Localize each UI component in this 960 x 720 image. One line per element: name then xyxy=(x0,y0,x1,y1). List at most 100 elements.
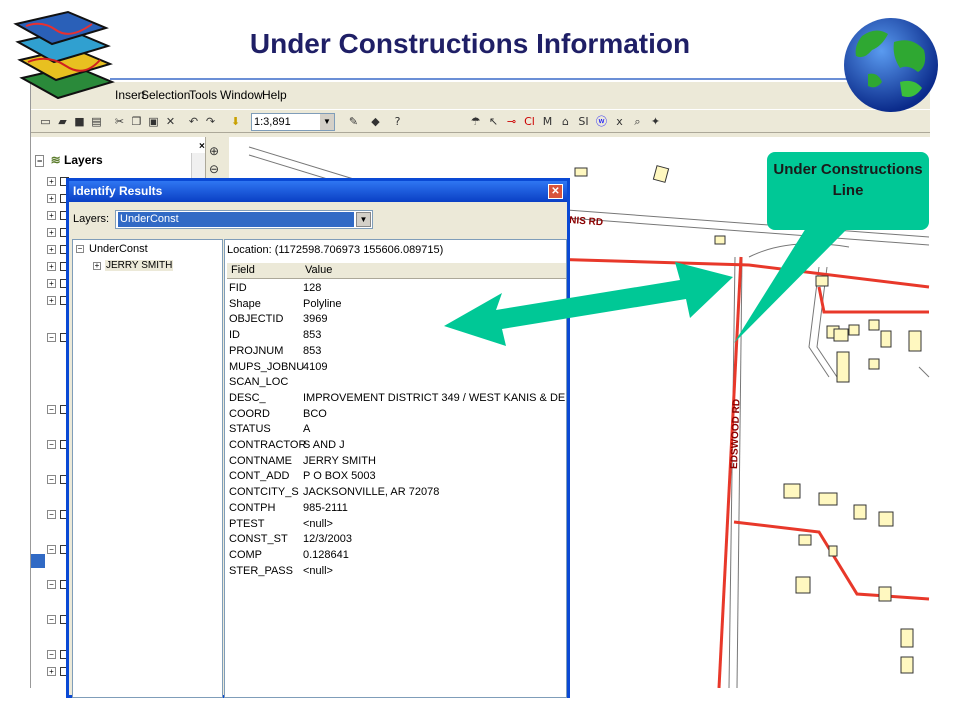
field-value: <null> xyxy=(303,517,333,530)
field-name: PROJNUM xyxy=(229,344,284,357)
tree-child-item[interactable]: JERRY SMITH xyxy=(105,260,174,271)
field-name: PTEST xyxy=(229,517,265,530)
table-row[interactable]: PTEST <null> xyxy=(227,517,566,533)
copy-icon[interactable]: ❐ xyxy=(128,113,145,130)
table-row[interactable]: COMP 0.128641 xyxy=(227,549,566,564)
toc-selected-marker xyxy=(31,554,45,568)
close-icon[interactable]: ✕ xyxy=(548,184,563,199)
zoom-out-icon[interactable]: ⊖ xyxy=(209,162,229,176)
table-row[interactable]: OBJECTID 3969 xyxy=(227,313,566,328)
table-row[interactable]: CONTRACTOR S AND J xyxy=(227,439,566,454)
layers-dropdown[interactable]: UnderConst ▼ xyxy=(115,210,373,229)
redo-icon[interactable]: ↷ xyxy=(202,113,219,130)
table-row[interactable]: CONTNAME JERRY SMITH xyxy=(227,454,566,470)
table-row[interactable]: Shape Polyline xyxy=(227,297,566,313)
zoom-in-icon[interactable]: ⊕ xyxy=(209,144,229,158)
paste-icon[interactable]: ▣ xyxy=(145,113,162,130)
dialog-title: Identify Results xyxy=(73,184,163,198)
title-divider xyxy=(110,78,850,80)
field-name: Shape xyxy=(229,297,261,310)
field-value: JACKSONVILLE, AR 72078 xyxy=(303,486,440,499)
whats-this-icon[interactable]: ? xyxy=(389,113,406,130)
field-value: JERRY SMITH xyxy=(303,454,376,467)
table-row[interactable]: CONST_ST 12/3/2003 xyxy=(227,533,566,548)
field-name: CONTPH xyxy=(229,501,276,514)
dialog-titlebar[interactable]: Identify Results ✕ xyxy=(69,181,567,202)
custom-tool-9-icon[interactable]: x xyxy=(611,113,628,130)
field-value: A xyxy=(303,423,311,436)
field-value: 12/3/2003 xyxy=(303,533,352,546)
table-row[interactable]: STATUS A xyxy=(227,423,566,438)
custom-tool-10-icon[interactable]: ⌕ xyxy=(629,113,646,130)
dropdown-arrow-icon[interactable]: ▼ xyxy=(356,212,371,227)
field-name: OBJECTID xyxy=(229,313,284,326)
menu-window[interactable]: Window xyxy=(220,88,263,102)
undo-icon[interactable]: ↶ xyxy=(185,113,202,130)
field-name: ID xyxy=(229,329,240,342)
add-data-icon[interactable]: ⬇ xyxy=(227,113,244,130)
open-folder-icon[interactable]: ▰ xyxy=(54,113,71,130)
tree-root-item[interactable]: UnderConst xyxy=(89,243,148,255)
map-road-label-top: NIS RD xyxy=(569,215,604,228)
table-row[interactable]: PROJNUM 853 xyxy=(227,344,566,360)
field-value: <null> xyxy=(303,564,333,577)
table-row[interactable]: COORD BCO xyxy=(227,407,566,423)
field-name: STER_PASS xyxy=(229,564,293,577)
field-name: COORD xyxy=(229,407,270,420)
table-row[interactable]: STER_PASS <null> xyxy=(227,564,566,580)
toc-heading-label: Layers xyxy=(64,153,103,167)
grid-header: Field Value xyxy=(227,263,566,279)
custom-tool-6-icon[interactable]: ⌂ xyxy=(557,113,574,130)
layers-stack-icon: ≋ xyxy=(50,153,61,167)
table-row[interactable]: CONTCITY_S JACKSONVILLE, AR 72078 xyxy=(227,486,566,501)
custom-tool-5-icon[interactable]: M xyxy=(539,113,556,130)
custom-tool-1-icon[interactable]: ☂ xyxy=(467,113,484,130)
custom-tool-4-icon[interactable]: Cl xyxy=(521,113,538,130)
menu-selection[interactable]: Selection xyxy=(141,88,190,102)
col-value-header[interactable]: Value xyxy=(305,264,332,276)
arctoolbox-icon[interactable]: ◆ xyxy=(367,113,384,130)
editor-icon[interactable]: ✎ xyxy=(345,113,362,130)
toc-close-icon[interactable]: × xyxy=(199,141,205,152)
globe-icon xyxy=(844,18,938,112)
field-name: CONTRACTOR xyxy=(229,439,307,451)
main-toolbar: ▭ ▰ ■ ▤ ✂ ❐ ▣ ✕ ↶ ↷ ⬇ 1:3,891 ▼ ✎ ◆ ? ☂ … xyxy=(31,109,930,133)
field-name: FID xyxy=(229,282,247,294)
table-row[interactable]: CONT_ADD P O BOX 5003 xyxy=(227,470,566,485)
custom-tool-8-icon[interactable]: ⓦ xyxy=(593,113,610,130)
custom-tool-7-icon[interactable]: SI xyxy=(575,113,592,130)
results-detail: Location: (1172598.706973 155606.089715)… xyxy=(224,239,567,698)
table-row[interactable]: DESC_ IMPROVEMENT DISTRICT 349 / WEST KAN… xyxy=(227,391,566,407)
menu-tools[interactable]: Tools xyxy=(189,88,217,102)
field-value: 853 xyxy=(303,329,322,342)
table-row[interactable]: MUPS_JOBNU 4109 xyxy=(227,361,566,376)
cut-icon[interactable]: ✂ xyxy=(111,113,128,130)
table-row[interactable]: FID 128 xyxy=(227,282,566,297)
field-value: 985-2111 xyxy=(303,501,348,514)
new-document-icon[interactable]: ▭ xyxy=(37,113,54,130)
field-value: 128 xyxy=(303,282,322,294)
table-row[interactable]: ID 853 xyxy=(227,329,566,344)
custom-tool-3-icon[interactable]: ⊸ xyxy=(503,113,520,130)
field-name: CONTCITY_S xyxy=(229,486,299,499)
table-row[interactable]: SCAN_LOC xyxy=(227,376,566,391)
table-row[interactable]: CONTPH 985-2111 xyxy=(227,501,566,517)
custom-tool-11-icon[interactable]: ✦ xyxy=(647,113,664,130)
layers-label: Layers: xyxy=(73,213,110,225)
results-tree: − UnderConst + JERRY SMITH xyxy=(72,239,223,698)
menu-bar: Insert Selection Tools Window Help xyxy=(31,86,930,104)
tree-expand-icon[interactable]: + xyxy=(93,262,101,270)
dropdown-arrow-icon[interactable]: ▼ xyxy=(320,114,334,130)
layers-dropdown-value: UnderConst xyxy=(118,212,354,227)
field-value: IMPROVEMENT DISTRICT 349 / WEST KANIS & … xyxy=(303,391,566,404)
print-icon[interactable]: ▤ xyxy=(88,113,105,130)
map-scale-input[interactable]: 1:3,891 ▼ xyxy=(251,113,335,131)
delete-icon[interactable]: ✕ xyxy=(162,113,179,130)
collapse-icon[interactable]: − xyxy=(35,155,45,167)
save-icon[interactable]: ■ xyxy=(71,113,88,130)
custom-tool-2-icon[interactable]: ↖ xyxy=(485,113,502,130)
col-field-header[interactable]: Field xyxy=(231,264,255,276)
menu-help[interactable]: Help xyxy=(262,88,287,102)
slide-title: Under Constructions Information xyxy=(249,28,691,59)
tree-collapse-icon[interactable]: − xyxy=(76,245,84,253)
